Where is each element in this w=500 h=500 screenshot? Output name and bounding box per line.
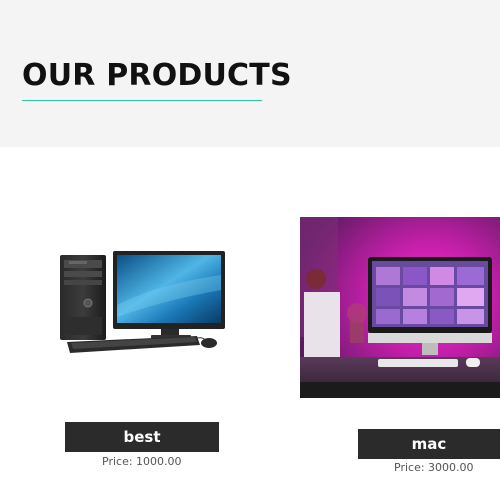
- products-page: OUR PRODUCTS best Price: 1000.00 mac Pri…: [0, 0, 500, 500]
- imac-desk-setup-image: [300, 217, 500, 398]
- product-image-best[interactable]: [55, 245, 225, 360]
- section-title: OUR PRODUCTS: [22, 58, 292, 93]
- product-price-best: Price: 1000.00: [102, 455, 182, 468]
- product-name-button-mac[interactable]: mac: [358, 429, 500, 459]
- product-name-button-best[interactable]: best: [65, 422, 219, 452]
- title-underline: [22, 100, 262, 101]
- desktop-computer-image: [60, 251, 225, 353]
- section-header: OUR PRODUCTS: [0, 0, 500, 147]
- product-image-mac[interactable]: [300, 217, 500, 398]
- product-price-mac: Price: 3000.00: [394, 461, 474, 474]
